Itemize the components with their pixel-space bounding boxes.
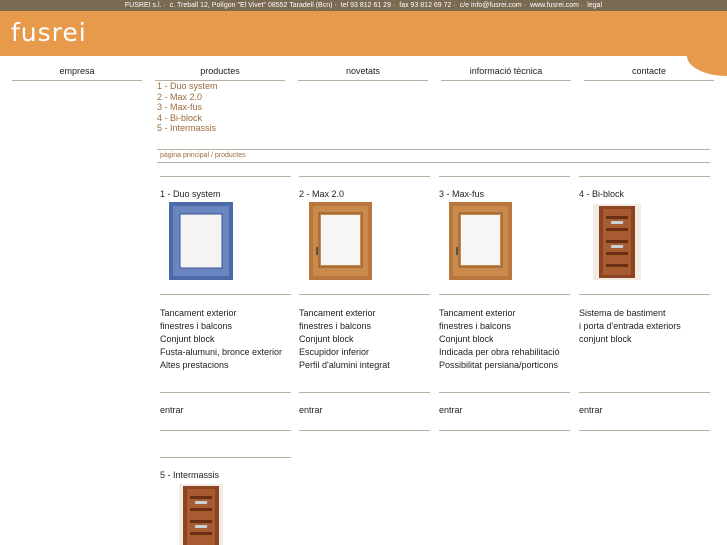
fax: fax 93 812 69 72 xyxy=(399,2,452,9)
desc-line: Indicada per obra rehabilitació xyxy=(439,347,560,357)
email-link[interactable]: c/e info@fusrei.com xyxy=(460,2,522,9)
product-description: Sistema de bastiment i porta d'entrada e… xyxy=(579,307,681,346)
product-title[interactable]: 5 - Intermassis xyxy=(160,470,219,480)
enter-link[interactable]: entrar xyxy=(579,405,603,415)
divider xyxy=(579,430,710,431)
logo[interactable]: fusrei xyxy=(11,18,87,47)
desc-line: Tancament exterior xyxy=(160,308,237,318)
divider xyxy=(579,392,710,393)
submenu-max-fus[interactable]: 3 - Max-fus xyxy=(157,102,218,113)
desc-line: finestres i balcons xyxy=(160,321,233,331)
divider xyxy=(157,162,710,163)
desc-line: finestres i balcons xyxy=(299,321,372,331)
divider xyxy=(439,294,570,295)
divider xyxy=(157,149,710,150)
divider xyxy=(579,176,710,177)
desc-line: Possibilitat persiana/porticons xyxy=(439,360,559,370)
legal-link[interactable]: legal xyxy=(587,2,602,9)
product-image-duo-system[interactable] xyxy=(169,202,233,282)
divider xyxy=(579,294,710,295)
nav-contacte[interactable]: contacte xyxy=(584,66,714,81)
product-description: Tancament exterior finestres i balcons C… xyxy=(160,307,282,372)
nav-empresa[interactable]: empresa xyxy=(12,66,142,81)
enter-link[interactable]: entrar xyxy=(299,405,323,415)
desc-line: Conjunt block xyxy=(160,334,215,344)
product-title[interactable]: 3 - Max-fus xyxy=(439,189,484,199)
desc-line: Perfil d'alumini integrat xyxy=(299,360,390,370)
divider xyxy=(160,392,291,393)
product-title[interactable]: 2 - Max 2.0 xyxy=(299,189,344,199)
divider xyxy=(160,430,291,431)
submenu-duo-system[interactable]: 1 - Duo system xyxy=(157,81,218,92)
submenu-bi-block[interactable]: 4 - Bi-block xyxy=(157,113,218,124)
company-name: FUSREI s.l. xyxy=(124,2,162,9)
divider xyxy=(299,294,430,295)
divider xyxy=(160,176,291,177)
phone: tel 93 812 61 29 xyxy=(340,2,391,9)
product-image-max-fus[interactable] xyxy=(449,202,512,282)
nav-productes[interactable]: productes xyxy=(155,66,285,81)
desc-line: Fusta-alumuni, bronce exterior xyxy=(160,347,283,357)
desc-line: Escupidor inferior xyxy=(299,347,370,357)
submenu-intermassis[interactable]: 5 - Intermassis xyxy=(157,123,218,134)
enter-link[interactable]: entrar xyxy=(160,405,184,415)
divider xyxy=(299,176,430,177)
web-link[interactable]: www.fusrei.com xyxy=(530,2,579,9)
divider xyxy=(439,430,570,431)
enter-link[interactable]: entrar xyxy=(439,405,463,415)
product-description: Tancament exterior finestres i balcons C… xyxy=(299,307,390,372)
desc-line: finestres i balcons xyxy=(439,321,512,331)
divider xyxy=(439,392,570,393)
product-image-max-2[interactable] xyxy=(309,202,372,282)
desc-line: Sistema de bastiment xyxy=(579,308,666,318)
breadcrumb[interactable]: pàgina principal / productes xyxy=(160,152,246,159)
desc-line: conjunt block xyxy=(579,334,632,344)
product-image-bi-block[interactable] xyxy=(593,204,641,282)
desc-line: Tancament exterior xyxy=(299,308,376,318)
desc-line: Tancament exterior xyxy=(439,308,516,318)
divider xyxy=(160,294,291,295)
header-banner xyxy=(0,11,727,56)
divider xyxy=(439,176,570,177)
product-image-intermassis[interactable] xyxy=(179,484,223,545)
desc-line: Conjunt block xyxy=(299,334,354,344)
desc-line: i porta d'entrada exteriors xyxy=(579,321,681,331)
desc-line: Altes prestacions xyxy=(160,360,229,370)
nav-novetats[interactable]: novetats xyxy=(298,66,428,81)
submenu-max-2[interactable]: 2 - Max 2.0 xyxy=(157,92,218,103)
divider xyxy=(299,430,430,431)
product-title[interactable]: 4 - Bi-block xyxy=(579,189,624,199)
product-title[interactable]: 1 - Duo system xyxy=(160,189,221,199)
product-description: Tancament exterior finestres i balcons C… xyxy=(439,307,560,372)
nav-informacio-tecnica[interactable]: informació tècnica xyxy=(441,66,571,81)
topbar: FUSREI s.l. · c. Treball 12, Polígon "El … xyxy=(0,0,727,11)
address: c. Treball 12, Polígon "El Vivet" 08552 … xyxy=(169,2,333,9)
desc-line: Conjunt block xyxy=(439,334,494,344)
products-submenu: 1 - Duo system 2 - Max 2.0 3 - Max-fus 4… xyxy=(157,81,218,134)
page: FUSREI s.l. · c. Treball 12, Polígon "El … xyxy=(0,0,727,545)
divider xyxy=(160,457,291,458)
divider xyxy=(299,392,430,393)
